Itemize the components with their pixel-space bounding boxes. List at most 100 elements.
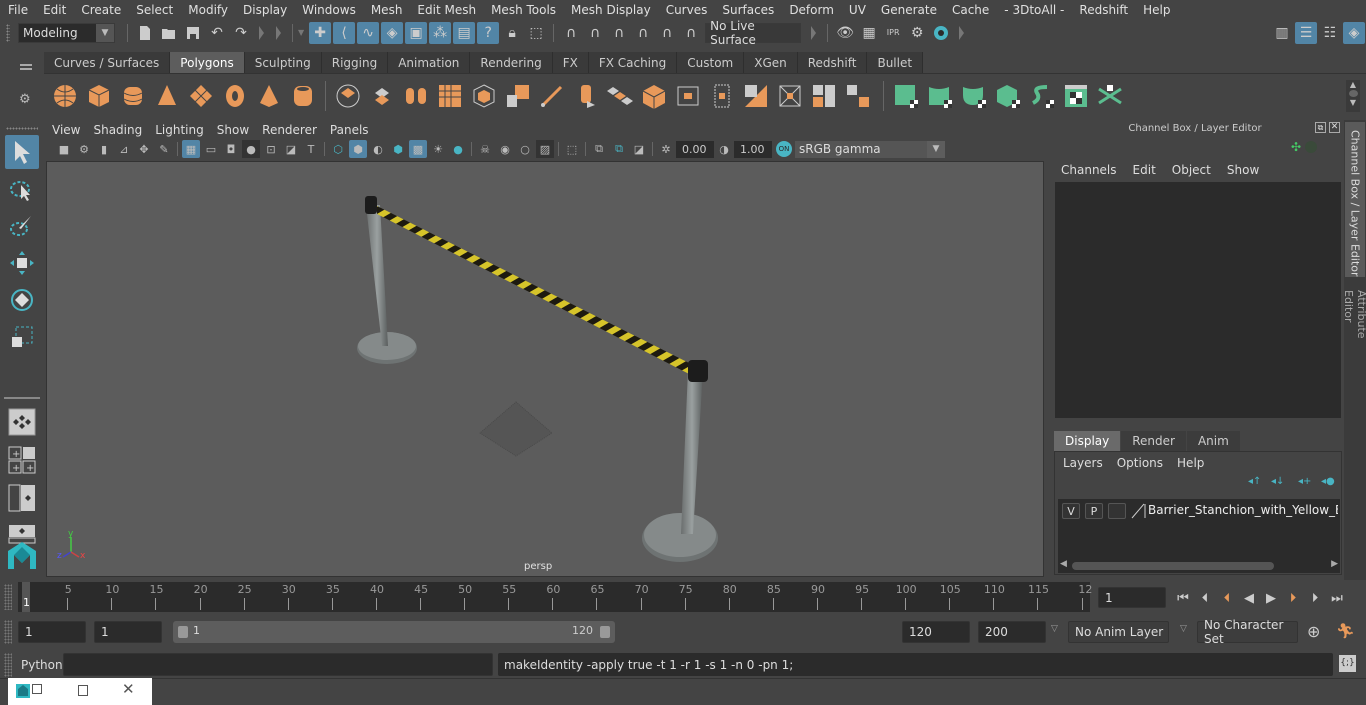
layer-menu-options[interactable]: Options — [1117, 456, 1163, 470]
viewport-menu-shading[interactable]: Shading — [93, 123, 151, 137]
animation-preferences-icon[interactable]: 🏃︎ — [1336, 622, 1355, 640]
snap-surface-icon[interactable]: ∩ — [656, 22, 678, 44]
shelf-tab-polygons[interactable]: Polygons — [170, 52, 245, 73]
viewport-menu-lighting[interactable]: Lighting — [155, 123, 213, 137]
shelf-tab-xgen[interactable]: XGen — [744, 52, 798, 73]
target-weld-icon[interactable] — [810, 82, 838, 110]
snap-point-icon[interactable]: ∩ — [608, 22, 630, 44]
playback-start-field[interactable]: 1 — [94, 621, 162, 643]
select-edge-icon[interactable]: ▣ — [405, 21, 428, 44]
image-plane-icon[interactable]: ⊿ — [115, 140, 133, 158]
menu-display[interactable]: Display — [235, 3, 294, 17]
chevron-down-icon[interactable]: ▽ — [1051, 624, 1058, 634]
range-end-handle[interactable] — [600, 626, 610, 638]
side-tab-channel-box[interactable]: Channel Box / Layer Editor — [1345, 122, 1365, 277]
smooth-mesh-icon[interactable] — [436, 82, 464, 110]
live-surface-field[interactable]: No Live Surface — [705, 19, 802, 47]
drag-handle[interactable] — [4, 620, 12, 644]
snap-view-icon[interactable]: ∩ — [632, 22, 654, 44]
camera-attributes-icon[interactable]: ⚙ — [75, 140, 93, 158]
menu-select[interactable]: Select — [128, 3, 180, 17]
extract-icon[interactable] — [470, 82, 498, 110]
2d-pan-zoom-icon[interactable]: ✥ — [135, 140, 153, 158]
menu-mesh-display[interactable]: Mesh Display — [563, 3, 658, 17]
menu-cache[interactable]: Cache — [944, 3, 996, 17]
spherical-map-icon[interactable] — [960, 82, 988, 110]
select-tool-icon[interactable] — [5, 135, 39, 169]
step-back-frame-icon[interactable]: ⏴ — [1194, 587, 1216, 609]
layer-tab-display[interactable]: Display — [1054, 431, 1121, 451]
layer-visibility-toggle[interactable]: V — [1062, 503, 1080, 519]
depth-of-field-icon[interactable]: ▨ — [536, 140, 554, 158]
poly-sphere-icon[interactable] — [51, 82, 79, 110]
save-scene-icon[interactable] — [182, 22, 204, 44]
multisample-aa-icon[interactable]: ○ — [516, 140, 534, 158]
safe-action-icon[interactable]: ◪ — [282, 140, 300, 158]
poly-torus-icon[interactable] — [221, 82, 249, 110]
side-tab-attribute-editor[interactable]: Attribute Editor — [1342, 282, 1366, 374]
xray-icon[interactable]: ⧉ — [590, 140, 608, 158]
render-view-icon[interactable]: 👁︎ — [834, 22, 856, 44]
step-back-key-icon[interactable]: ⏴ — [1216, 587, 1238, 609]
scroll-left-icon[interactable]: ◀ — [1060, 559, 1067, 569]
shelf-tab-fx[interactable]: FX — [552, 52, 589, 73]
bridge-icon[interactable] — [606, 82, 634, 110]
channel-box-menu-object[interactable]: Object — [1172, 163, 1211, 177]
extrude-icon[interactable] — [572, 82, 600, 110]
poly-cone-icon[interactable] — [153, 82, 181, 110]
paint-select-tool-icon[interactable] — [5, 209, 39, 243]
wireframe-icon[interactable]: ⬡ — [329, 140, 347, 158]
shelf-menu-icon[interactable] — [20, 64, 32, 66]
step-forward-frame-icon[interactable]: ⏵ — [1304, 587, 1326, 609]
shelf-scroll[interactable]: ▲ ▼ — [1346, 80, 1360, 112]
play-backwards-icon[interactable]: ◀ — [1238, 587, 1260, 609]
shadows-icon[interactable]: ● — [449, 140, 467, 158]
gamma-icon[interactable]: ◑ — [715, 140, 733, 158]
menu-deform[interactable]: Deform — [781, 3, 841, 17]
layer-tab-render[interactable]: Render — [1121, 431, 1186, 451]
close-window-icon[interactable]: ✕ — [122, 680, 135, 698]
time-slider[interactable]: 1 5 10 15 20 25 30 35 40 45 50 55 60 65 70 75 80 85 90 95 1… — [18, 582, 1092, 612]
character-set-dropdown[interactable]: No Character Set — [1197, 618, 1298, 646]
shelf-tab-bullet[interactable]: Bullet — [867, 52, 924, 73]
select-face-icon[interactable]: ⁂ — [429, 21, 452, 44]
color-space-dropdown[interactable]: sRGB gamma ▼ — [795, 140, 945, 158]
help-icon[interactable]: ? — [477, 21, 500, 44]
script-editor-icon[interactable]: {;} — [1339, 655, 1356, 672]
scroll-right-icon[interactable]: ▶ — [1331, 559, 1338, 569]
mode-selector[interactable]: Modeling ▼ — [18, 22, 115, 43]
select-by-component-icon[interactable]: ∿ — [357, 21, 380, 44]
snap-grid-icon[interactable]: ∩ — [560, 22, 582, 44]
drag-handle[interactable] — [4, 584, 12, 610]
shelf-tab-sculpting[interactable]: Sculpting — [244, 52, 322, 73]
layer-display-type-toggle[interactable] — [1108, 503, 1126, 519]
bookmark-icon[interactable]: ▮ — [95, 140, 113, 158]
move-tool-icon[interactable] — [5, 246, 39, 280]
exposure-icon[interactable]: ✲ — [657, 140, 675, 158]
select-by-hierarchy-icon[interactable]: ✚ — [309, 21, 332, 44]
new-scene-icon[interactable] — [134, 22, 156, 44]
move-layer-up-icon[interactable]: ◂↑ — [1248, 476, 1261, 487]
command-input[interactable] — [63, 653, 493, 676]
xray-joints-icon[interactable]: ◪ — [630, 140, 648, 158]
shelf-tab-curves-surfaces[interactable]: Curves / Surfaces — [44, 52, 171, 73]
poly-cylinder-icon[interactable] — [119, 82, 147, 110]
playback-end-field[interactable]: 120 — [902, 621, 970, 643]
new-layer-icon[interactable]: ◂+ — [1298, 476, 1311, 487]
append-polygon-icon[interactable] — [708, 82, 736, 110]
maximize-window-icon[interactable] — [78, 685, 88, 696]
screen-space-ao-icon[interactable]: ☠ — [476, 140, 494, 158]
lasso-tool-icon[interactable] — [5, 173, 39, 207]
layer-list-hscrollbar[interactable]: ◀ ▶ — [1060, 559, 1338, 572]
shelf-tab-custom[interactable]: Custom — [677, 52, 745, 73]
chevron-down-icon[interactable]: ▼ — [298, 28, 304, 37]
current-frame-field[interactable]: 1 — [1098, 587, 1166, 608]
speed-icon[interactable] — [1305, 141, 1317, 153]
play-forwards-icon[interactable]: ▶ — [1260, 587, 1282, 609]
single-perspective-view-icon[interactable] — [5, 405, 39, 439]
merge-icon[interactable] — [844, 82, 872, 110]
cylindrical-map-icon[interactable] — [926, 82, 954, 110]
grid-toggle-icon[interactable]: ▦ — [182, 140, 200, 158]
script-language-toggle[interactable]: Python — [21, 658, 63, 672]
insert-edge-loop-icon[interactable] — [674, 82, 702, 110]
